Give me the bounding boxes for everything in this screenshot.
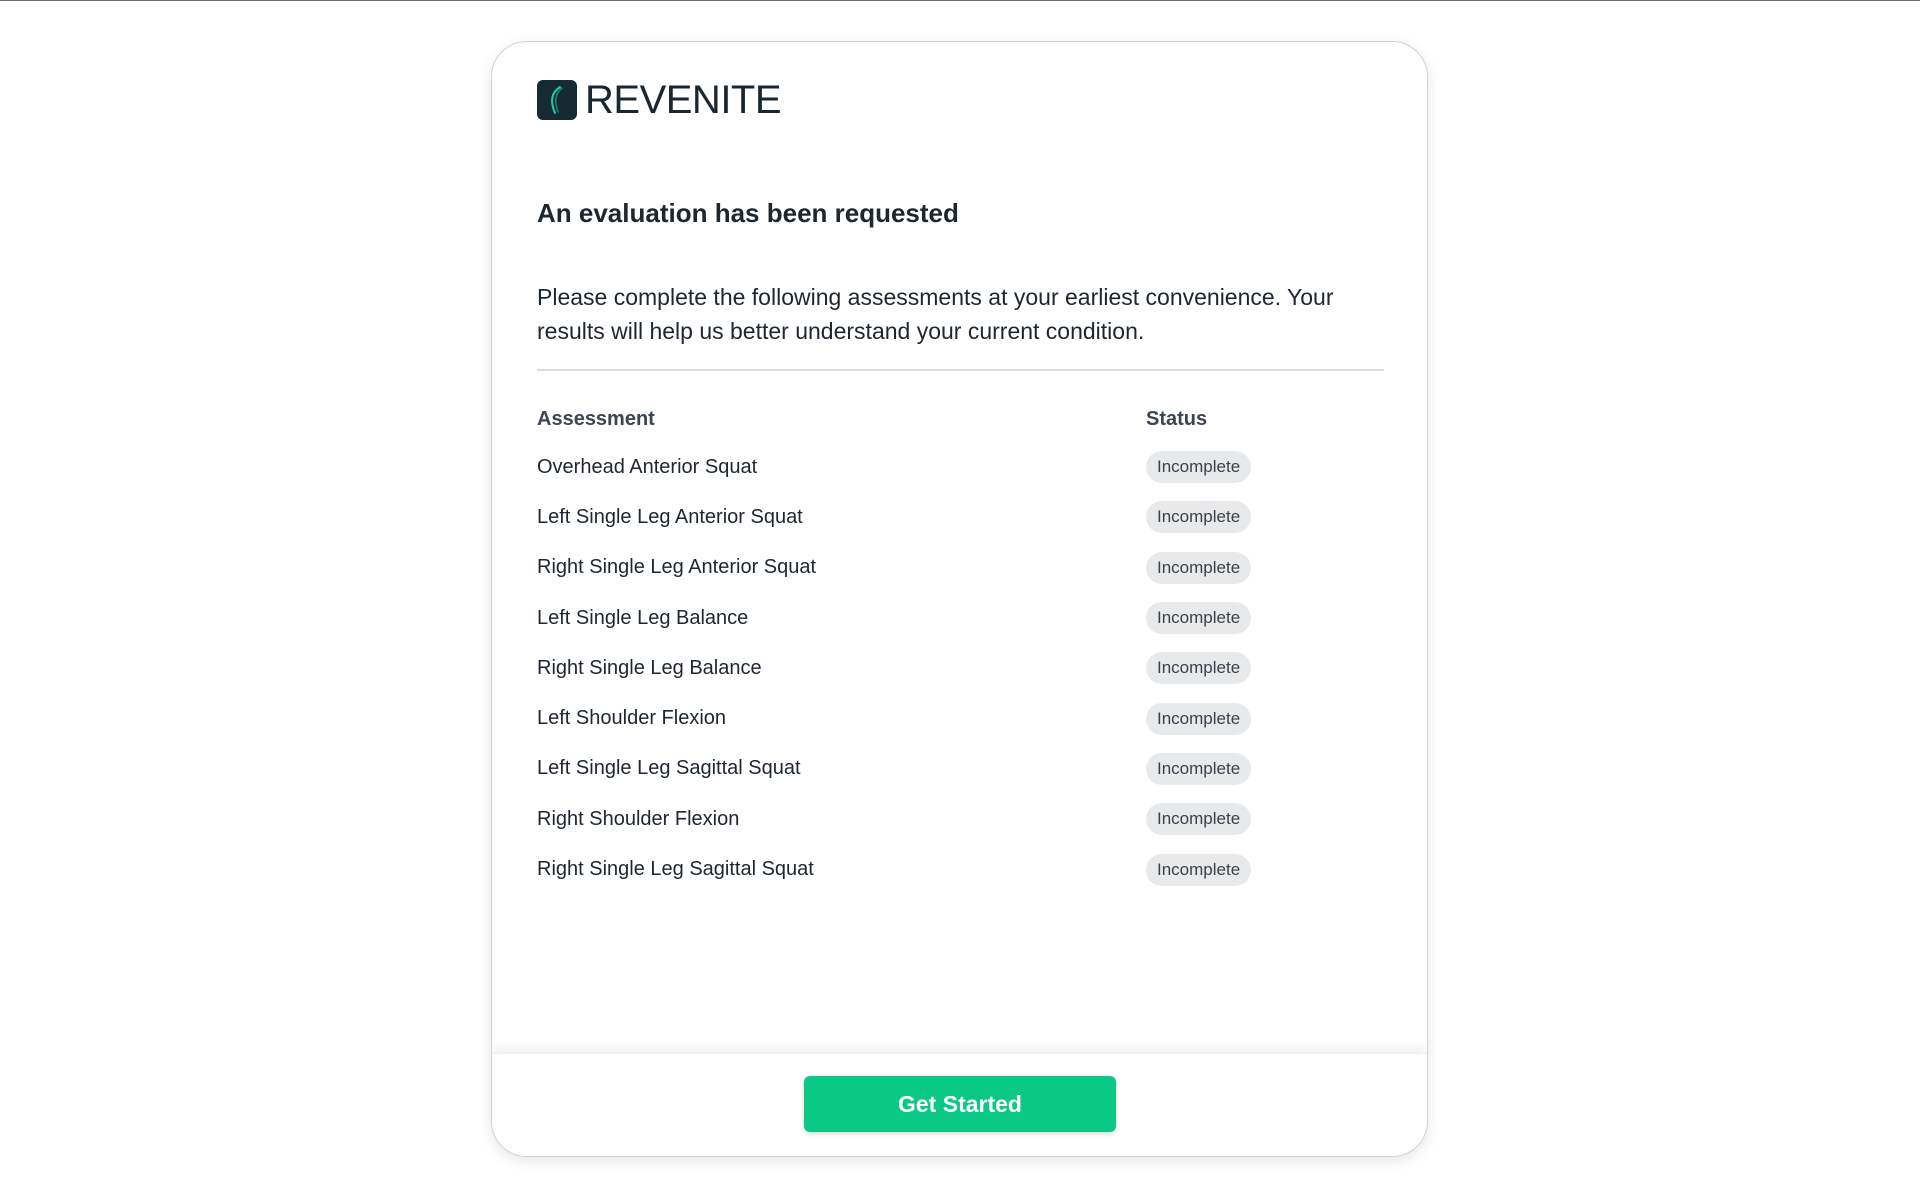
brand-logo: REVENITE (537, 78, 782, 122)
table-row: Right Single Leg Sagittal Squat Incomple… (537, 844, 1384, 894)
table-row: Overhead Anterior Squat Incomplete (537, 442, 1384, 492)
status-badge: Incomplete (1146, 501, 1252, 534)
assessment-name: Left Single Leg Anterior Squat (537, 505, 803, 528)
status-badge: Incomplete (1146, 652, 1252, 685)
assessment-name: Right Single Leg Sagittal Squat (537, 858, 814, 881)
status-badge: Incomplete (1146, 752, 1252, 785)
revenite-logo-icon (537, 80, 577, 120)
table-row: Left Single Leg Balance Incomplete (537, 593, 1384, 643)
column-header-status: Status (1146, 407, 1208, 430)
intro-text: Please complete the following assessment… (537, 284, 1334, 344)
assessment-name: Right Shoulder Flexion (537, 807, 740, 830)
status-badge: Incomplete (1146, 853, 1252, 886)
status-badge: Incomplete (1146, 551, 1252, 584)
column-header-assessment: Assessment (537, 407, 655, 430)
card-footer: Get Started (492, 1053, 1427, 1156)
table-row: Right Shoulder Flexion Incomplete (537, 794, 1384, 844)
status-badge: Incomplete (1146, 451, 1252, 484)
divider (537, 369, 1384, 371)
table-row: Left Single Leg Sagittal Squat Incomplet… (537, 744, 1384, 794)
assessment-table: Assessment Status Overhead Anterior Squa… (537, 404, 1384, 895)
table-header: Assessment Status (537, 404, 1384, 434)
page-title: An evaluation has been requested (537, 198, 959, 228)
table-row: Left Single Leg Anterior Squat Incomplet… (537, 492, 1384, 542)
get-started-button[interactable]: Get Started (804, 1076, 1116, 1132)
status-badge: Incomplete (1146, 803, 1252, 836)
evaluation-card: REVENITE An evaluation has been requeste… (491, 41, 1428, 1157)
brand-name: REVENITE (585, 78, 782, 122)
status-badge: Incomplete (1146, 702, 1252, 735)
assessment-name: Left Shoulder Flexion (537, 707, 727, 730)
status-badge: Incomplete (1146, 602, 1252, 635)
assessment-name: Left Single Leg Sagittal Squat (537, 757, 801, 780)
window-top-border (0, 0, 1920, 1)
logo-glyph (551, 86, 563, 114)
assessment-name: Right Single Leg Anterior Squat (537, 556, 817, 579)
table-row: Left Shoulder Flexion Incomplete (537, 693, 1384, 743)
assessment-name: Overhead Anterior Squat (537, 455, 758, 478)
assessment-name: Left Single Leg Balance (537, 606, 749, 629)
table-row: Right Single Leg Anterior Squat Incomple… (537, 543, 1384, 593)
table-row: Right Single Leg Balance Incomplete (537, 643, 1384, 693)
assessment-name: Right Single Leg Balance (537, 656, 762, 679)
